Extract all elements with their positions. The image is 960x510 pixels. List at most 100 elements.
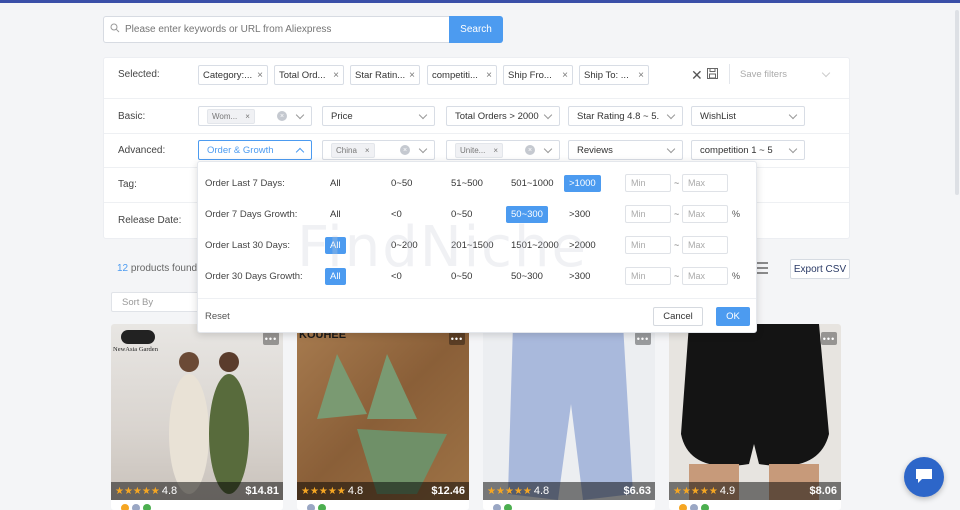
clear-icon[interactable]: × [400, 145, 410, 155]
badge-icon [690, 504, 698, 510]
badges [121, 504, 151, 510]
range-option[interactable]: <0 [386, 206, 407, 223]
range-option[interactable]: >1000 [564, 175, 601, 192]
price-select[interactable]: Price [322, 106, 435, 126]
range-option[interactable]: >2000 [564, 237, 601, 254]
range-option[interactable]: >300 [564, 268, 595, 285]
search-button[interactable]: Search [449, 16, 503, 43]
more-icon[interactable]: ••• [821, 332, 837, 345]
selected-filter-chip[interactable]: Total Ord... × [274, 65, 344, 85]
max-input[interactable]: Max [682, 236, 728, 254]
range-option[interactable]: 1501~2000 [506, 237, 564, 254]
save-filters-select[interactable]: Save filters [729, 64, 831, 84]
range-option[interactable]: 51~500 [446, 175, 488, 192]
price-label: Price [331, 110, 353, 122]
chip-remove-icon[interactable]: × [333, 70, 339, 81]
ship-from-select[interactable]: China × × [322, 140, 435, 160]
chip-remove-icon[interactable]: × [486, 70, 492, 81]
product-card[interactable]: NewAsia Garden ••• ★★★★★ 4.8 $14.81 [111, 324, 283, 510]
selected-filter-chip[interactable]: Category:... × [198, 65, 268, 85]
selected-filter-chip[interactable]: Ship To: ... × [579, 65, 649, 85]
min-input[interactable]: Min [625, 236, 671, 254]
range-separator: ~ [674, 209, 680, 219]
range-option[interactable]: >300 [564, 206, 595, 223]
export-csv-button[interactable]: Export CSV [790, 259, 850, 279]
more-icon[interactable]: ••• [263, 332, 279, 345]
product-info-bar: ★★★★★ 4.8 $12.46 [297, 482, 469, 500]
max-input[interactable]: Max [682, 174, 728, 192]
star-rating-icon: ★★★★★ [673, 485, 718, 497]
product-card[interactable]: ••• ★★★★★ 4.8 $6.63 [483, 324, 655, 510]
clear-icon[interactable]: × [525, 145, 535, 155]
reset-button[interactable]: Reset [205, 311, 230, 322]
product-card[interactable]: KOUHEE ••• ★★★★★ 4.8 $12.46 [297, 324, 469, 510]
min-input[interactable]: Min [625, 174, 671, 192]
tag-remove-icon[interactable]: × [365, 146, 370, 155]
tag-remove-icon[interactable]: × [493, 146, 498, 155]
chip-remove-icon[interactable]: × [257, 70, 263, 81]
selected-filter-chip[interactable]: Star Ratin... × [350, 65, 420, 85]
chip-remove-icon[interactable]: × [638, 70, 644, 81]
more-icon[interactable]: ••• [635, 332, 651, 345]
sort-by-select[interactable]: Sort By [111, 292, 201, 312]
range-option[interactable]: 0~200 [386, 237, 423, 254]
max-input[interactable]: Max [682, 205, 728, 223]
reviews-select[interactable]: Reviews [568, 140, 683, 160]
range-option[interactable]: 50~300 [506, 268, 548, 285]
divider [104, 98, 849, 99]
ship-to-select[interactable]: Unite... × × [446, 140, 560, 160]
search-field[interactable] [103, 16, 449, 43]
chevron-down-icon [788, 110, 798, 119]
chevron-down-icon [418, 144, 428, 153]
total-orders-select[interactable]: Total Orders > 2000 [446, 106, 560, 126]
chip-label: Category:... [203, 69, 253, 81]
product-image[interactable] [297, 324, 469, 500]
selected-filter-chip[interactable]: Ship Fro... × [503, 65, 573, 85]
range-option[interactable]: 201~1500 [446, 237, 499, 254]
divider [104, 133, 849, 134]
range-option[interactable]: 0~50 [386, 175, 417, 192]
range-option[interactable]: 501~1000 [506, 175, 559, 192]
cancel-button[interactable]: Cancel [653, 307, 703, 326]
category-select[interactable]: Wom... × × [198, 106, 312, 126]
tag-remove-icon[interactable]: × [245, 112, 250, 121]
range-option[interactable]: All [325, 268, 346, 285]
range-option[interactable]: All [325, 175, 346, 192]
range-option[interactable]: 50~300 [506, 206, 548, 223]
star-rating-select[interactable]: Star Rating 4.8 ~ 5. [568, 106, 683, 126]
selected-filter-chip[interactable]: competiti... × [427, 65, 497, 85]
chip-remove-icon[interactable]: × [562, 70, 568, 81]
min-input[interactable]: Min [625, 205, 671, 223]
product-card[interactable]: ••• ★★★★★ 4.9 $8.06 [669, 324, 841, 510]
range-option[interactable]: All [325, 237, 346, 254]
save-icon[interactable] [707, 68, 718, 82]
range-option[interactable]: All [325, 206, 346, 223]
product-image[interactable] [669, 324, 841, 500]
range-option[interactable]: <0 [386, 268, 407, 285]
search-icon [110, 23, 120, 36]
search-input[interactable] [125, 24, 449, 35]
product-image[interactable] [483, 324, 655, 500]
release-date-label: Release Date: [118, 215, 182, 226]
ok-button[interactable]: OK [716, 307, 750, 326]
category-tag-label: Wom... [212, 111, 238, 121]
products-count-number: 12 [117, 263, 129, 274]
clear-icon[interactable]: × [277, 111, 287, 121]
competition-select[interactable]: competition 1 ~ 5 [691, 140, 805, 160]
clear-all-icon[interactable]: ✕ [691, 67, 703, 84]
min-input[interactable]: Min [625, 267, 671, 285]
max-input[interactable]: Max [682, 267, 728, 285]
ship-from-tag-label: China [336, 145, 357, 155]
chip-remove-icon[interactable]: × [409, 70, 415, 81]
chat-button[interactable] [904, 457, 944, 497]
page-scrollbar[interactable] [955, 10, 959, 195]
badge-icon [701, 504, 709, 510]
range-option[interactable]: 0~50 [446, 268, 477, 285]
more-icon[interactable]: ••• [449, 332, 465, 345]
chevron-down-icon [666, 144, 676, 153]
wishlist-select[interactable]: WishList [691, 106, 805, 126]
chevron-down-icon [295, 110, 305, 119]
order-growth-select[interactable]: Order & Growth [198, 140, 312, 160]
product-rating: 4.8 [161, 485, 178, 497]
range-option[interactable]: 0~50 [446, 206, 477, 223]
